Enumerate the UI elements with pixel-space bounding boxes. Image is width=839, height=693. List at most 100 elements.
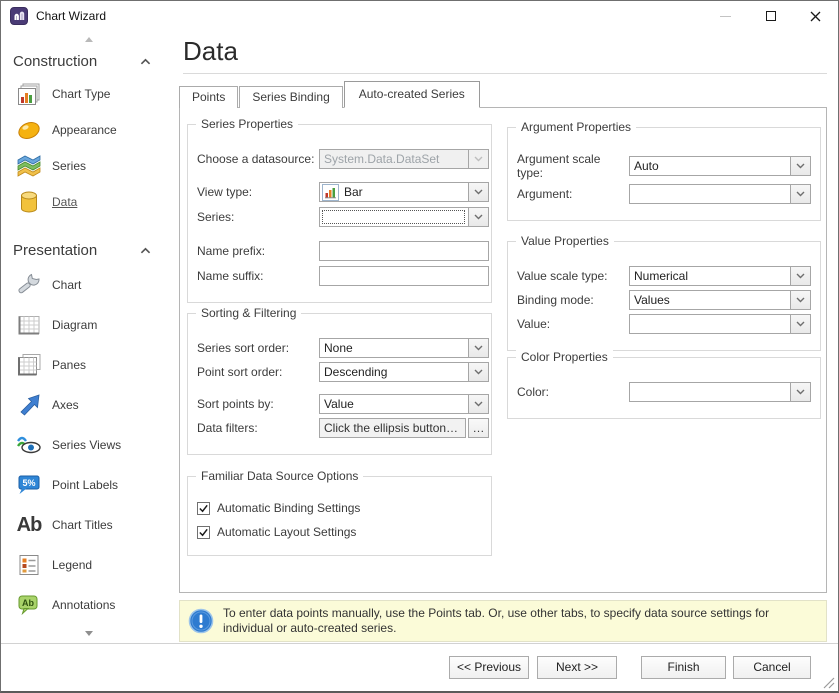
chevron-down-icon[interactable] [790, 267, 810, 285]
series-combo[interactable] [319, 207, 489, 227]
group-familiar-data-source-options: Familiar Data Source Options Automatic B… [187, 476, 492, 556]
group-color-properties: Color Properties Color: [507, 357, 821, 419]
binding-mode-combo[interactable]: Values [629, 290, 811, 310]
chevron-down-icon[interactable] [790, 291, 810, 309]
automatic-layout-settings-checkbox[interactable] [197, 526, 210, 539]
minimize-icon [720, 16, 731, 17]
sidebar-item-chart[interactable]: Chart [1, 265, 177, 305]
sort-points-by-combo[interactable]: Value [319, 394, 489, 414]
section-label: Construction [13, 53, 97, 70]
series-sort-order-label: Series sort order: [197, 341, 319, 355]
argument-scale-type-combo[interactable]: Auto [629, 156, 811, 176]
scroll-down-icon [85, 631, 93, 636]
name-prefix-input[interactable] [319, 241, 489, 261]
heading-separator [183, 73, 827, 74]
automatic-layout-settings-row[interactable]: Automatic Layout Settings [197, 525, 482, 539]
close-button[interactable] [793, 1, 838, 31]
section-header-presentation[interactable]: Presentation [1, 236, 177, 265]
chevron-down-icon[interactable] [468, 363, 488, 381]
sidebar-item-panes[interactable]: Panes [1, 345, 177, 385]
page-title: Data [183, 35, 838, 67]
group-title: Argument Properties [516, 120, 636, 134]
tab-series-binding[interactable]: Series Binding [239, 86, 342, 108]
window-title: Chart Wizard [36, 9, 106, 23]
sidebar-item-appearance[interactable]: Appearance [1, 112, 177, 148]
value-combo[interactable] [629, 314, 811, 334]
series-icon [14, 153, 44, 179]
series-views-eye-icon [14, 432, 44, 458]
sidebar-item-label: Data [52, 195, 77, 209]
checkmark-icon [198, 527, 209, 538]
chart-titles-glyph: Ab [17, 514, 42, 537]
sidebar-item-legend[interactable]: Legend [1, 545, 177, 585]
finish-button[interactable]: Finish [641, 656, 726, 679]
chevron-down-icon[interactable] [790, 157, 810, 175]
argument-scale-type-label: Argument scale type: [517, 152, 629, 180]
sidebar-item-series-views[interactable]: Series Views [1, 425, 177, 465]
sidebar-item-label: Axes [52, 398, 79, 412]
maximize-button[interactable] [748, 1, 793, 31]
value-scale-type-combo[interactable]: Numerical [629, 266, 811, 286]
automatic-binding-settings-row[interactable]: Automatic Binding Settings [197, 501, 482, 515]
chevron-down-icon[interactable] [468, 395, 488, 413]
argument-combo[interactable] [629, 184, 811, 204]
view-type-value: Bar [339, 185, 468, 199]
series-sort-order-combo[interactable]: None [319, 338, 489, 358]
sidebar-scroll-down[interactable] [1, 625, 177, 641]
color-combo[interactable] [629, 382, 811, 402]
group-title: Familiar Data Source Options [196, 469, 363, 483]
ellipsis-button[interactable]: … [468, 418, 489, 438]
sidebar-item-diagram[interactable]: Diagram [1, 305, 177, 345]
chevron-down-icon[interactable] [468, 183, 488, 201]
chevron-down-icon[interactable] [468, 208, 488, 226]
point-labels-badge: 5% [22, 478, 35, 488]
sidebar-item-series[interactable]: Series [1, 148, 177, 184]
chevron-down-icon[interactable] [468, 339, 488, 357]
sidebar-item-label: Legend [52, 558, 92, 572]
value-scale-type-label: Value scale type: [517, 269, 629, 283]
sidebar-item-chart-type[interactable]: Chart Type [1, 76, 177, 112]
point-sort-order-combo[interactable]: Descending [319, 362, 489, 382]
chevron-down-icon[interactable] [790, 315, 810, 333]
chevron-up-icon [140, 247, 151, 254]
maximize-icon [766, 11, 776, 21]
resize-grip-icon[interactable] [821, 675, 835, 689]
name-suffix-input[interactable] [319, 266, 489, 286]
next-button[interactable]: Next >> [537, 656, 617, 679]
value-label: Value: [517, 317, 629, 331]
tab-points[interactable]: Points [179, 86, 238, 108]
axes-arrow-icon [14, 392, 44, 418]
section-header-construction[interactable]: Construction [1, 47, 177, 76]
footer-button-bar: << Previous Next >> Finish Cancel [1, 643, 838, 691]
annotations-glyph: Ab [22, 598, 34, 608]
datasource-value: System.Data.DataSet [320, 152, 468, 166]
chevron-down-icon[interactable] [790, 185, 810, 203]
argument-scale-type-value: Auto [630, 159, 790, 173]
automatic-binding-settings-checkbox[interactable] [197, 502, 210, 515]
sidebar-item-annotations[interactable]: Ab Annotations [1, 585, 177, 625]
sidebar-item-label: Series Views [52, 438, 121, 452]
sidebar-item-chart-titles[interactable]: Ab Chart Titles [1, 505, 177, 545]
annotations-icon: Ab [14, 592, 44, 618]
sidebar-item-data[interactable]: Data [1, 184, 177, 220]
tab-auto-created-series[interactable]: Auto-created Series [344, 81, 480, 108]
sidebar-item-axes[interactable]: Axes [1, 385, 177, 425]
sidebar-item-point-labels[interactable]: 5% Point Labels [1, 465, 177, 505]
info-text: To enter data points manually, use the P… [223, 606, 816, 636]
name-suffix-label: Name suffix: [197, 269, 319, 283]
sidebar-item-label: Chart Type [52, 87, 110, 101]
group-title: Value Properties [516, 234, 614, 248]
cancel-button[interactable]: Cancel [733, 656, 811, 679]
group-title: Sorting & Filtering [196, 306, 301, 320]
sidebar-scroll-up[interactable] [1, 31, 177, 47]
value-scale-type-value: Numerical [630, 269, 790, 283]
wrench-icon [14, 272, 44, 298]
previous-button[interactable]: << Previous [449, 656, 529, 679]
legend-icon [14, 552, 44, 578]
name-prefix-label: Name prefix: [197, 244, 319, 258]
group-series-properties: Series Properties Choose a datasource: S… [187, 124, 492, 303]
chevron-down-icon[interactable] [790, 383, 810, 401]
view-type-combo[interactable]: Bar [319, 182, 489, 202]
tab-strip: Points Series Binding Auto-created Serie… [179, 80, 838, 107]
color-label: Color: [517, 385, 629, 399]
